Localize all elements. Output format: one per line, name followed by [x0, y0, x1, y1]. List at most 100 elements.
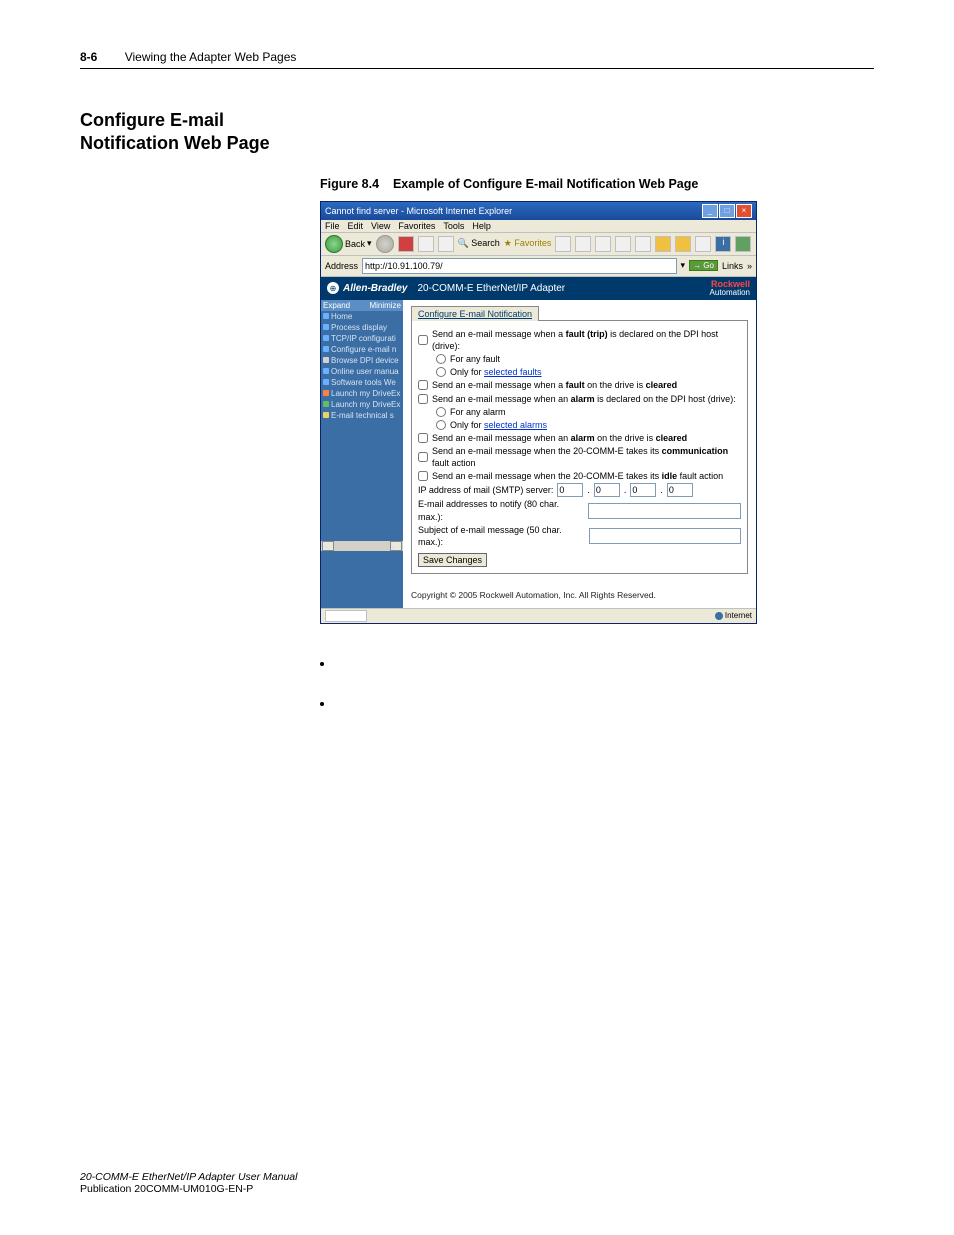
sidebar-item[interactable]: Launch my DriveEx	[321, 399, 403, 410]
rb-selected-alarms[interactable]	[436, 420, 446, 430]
sidebar-item[interactable]: Home	[321, 311, 403, 322]
favorites-button[interactable]: ★ Favorites	[504, 238, 552, 249]
minimize-link[interactable]: Minimize	[369, 301, 401, 310]
print-icon[interactable]	[595, 236, 611, 252]
rb-any-fault[interactable]	[436, 354, 446, 364]
edit-icon[interactable]	[615, 236, 631, 252]
sidebar-item[interactable]: TCP/IP configurati	[321, 333, 403, 344]
nav-icon	[323, 313, 329, 319]
stop-icon[interactable]	[398, 236, 414, 252]
product-title: 20-COMM-E EtherNet/IP Adapter	[417, 283, 565, 294]
menu-file[interactable]: File	[325, 221, 340, 231]
tab-configure-email[interactable]: Configure E-mail Notification	[411, 306, 539, 321]
maximize-button[interactable]: □	[719, 204, 735, 218]
menu-favorites[interactable]: Favorites	[398, 221, 435, 231]
forward-button[interactable]	[376, 235, 394, 253]
cb-alarm-cleared[interactable]	[418, 433, 428, 443]
nav-icon	[323, 368, 329, 374]
selected-faults-link[interactable]: selected faults	[484, 367, 542, 377]
page-footer: 20-COMM-E EtherNet/IP Adapter User Manua…	[80, 1171, 297, 1195]
ip-octet-2[interactable]	[594, 483, 620, 497]
scroll-right-icon[interactable]: ▸	[390, 541, 402, 551]
globe-icon	[715, 612, 723, 620]
sidebar-item-label: Home	[331, 312, 352, 321]
selected-alarms-link[interactable]: selected alarms	[484, 420, 547, 430]
rockwell-logo: Rockwell Automation	[710, 280, 750, 297]
links-label[interactable]: Links	[722, 261, 743, 271]
back-button[interactable]: Back ▾	[325, 235, 372, 253]
close-button[interactable]: ×	[736, 204, 752, 218]
subject-input[interactable]	[589, 528, 741, 544]
rb-selected-faults[interactable]	[436, 367, 446, 377]
sidebar-item-label: Launch my DriveEx	[331, 400, 400, 409]
sidebar-scrollbar[interactable]: ◂ ▸	[321, 541, 403, 551]
sidebar-item[interactable]: Configure e-mail n	[321, 344, 403, 355]
discuss-icon[interactable]	[635, 236, 651, 252]
refresh-icon[interactable]	[418, 236, 434, 252]
tool-icon-2[interactable]	[675, 236, 691, 252]
tool-icon[interactable]	[655, 236, 671, 252]
nav-icon	[323, 401, 329, 407]
sidebar-item[interactable]: Online user manua	[321, 366, 403, 377]
tool-icon-4[interactable]	[735, 236, 751, 252]
browser-window: Cannot find server - Microsoft Internet …	[320, 201, 757, 624]
menu-view[interactable]: View	[371, 221, 390, 231]
rb-any-alarm[interactable]	[436, 407, 446, 417]
nav-icon	[323, 390, 329, 396]
go-button[interactable]: → Go	[689, 260, 718, 271]
address-input[interactable]	[362, 258, 677, 274]
email-addr-label: E-mail addresses to notify (80 char. max…	[418, 498, 584, 522]
page-header: 8-6 Viewing the Adapter Web Pages	[80, 50, 874, 69]
cb-alarm-declared[interactable]	[418, 394, 428, 404]
cb-fault-cleared[interactable]	[418, 380, 428, 390]
ip-octet-4[interactable]	[667, 483, 693, 497]
menu-help[interactable]: Help	[472, 221, 491, 231]
nav-icon	[323, 357, 329, 363]
cb-fault-trip[interactable]	[418, 335, 428, 345]
scroll-left-icon[interactable]: ◂	[322, 541, 334, 551]
copyright-text: Copyright © 2005 Rockwell Automation, In…	[411, 590, 748, 601]
zone-text: Internet	[725, 611, 752, 620]
menu-edit[interactable]: Edit	[348, 221, 364, 231]
titlebar: Cannot find server - Microsoft Internet …	[321, 202, 756, 220]
sidebar-item[interactable]: E-mail technical s	[321, 410, 403, 421]
info-icon[interactable]: i	[715, 236, 731, 252]
nav-icon	[323, 379, 329, 385]
addr-dropdown-icon[interactable]: ▾	[681, 260, 686, 271]
page-number: 8-6	[80, 50, 97, 64]
expand-link[interactable]: Expand	[323, 301, 350, 310]
status-bar: Internet	[321, 608, 756, 623]
tool-icon-3[interactable]	[695, 236, 711, 252]
sidebar-item[interactable]: Launch my DriveEx	[321, 388, 403, 399]
ip-octet-1[interactable]	[557, 483, 583, 497]
minimize-button[interactable]: _	[702, 204, 718, 218]
brand-text: Allen-Bradley	[343, 283, 407, 294]
cb-idle-fault[interactable]	[418, 471, 428, 481]
sidebar-item-label: Configure e-mail n	[331, 345, 396, 354]
links-chevron-icon[interactable]: »	[747, 261, 752, 271]
sidebar-item[interactable]: Process display	[321, 322, 403, 333]
sidebar-item-label: E-mail technical s	[331, 411, 394, 420]
ab-logo-icon: ⊕	[327, 282, 339, 294]
save-changes-button[interactable]: Save Changes	[418, 553, 487, 567]
cb-comm-fault[interactable]	[418, 452, 428, 462]
ip-octet-3[interactable]	[630, 483, 656, 497]
mail-icon[interactable]	[575, 236, 591, 252]
sidebar-item[interactable]: Browse DPI device	[321, 355, 403, 366]
home-icon[interactable]	[438, 236, 454, 252]
nav-icon	[323, 335, 329, 341]
search-button[interactable]: 🔍 Search	[458, 238, 500, 249]
sidebar-item[interactable]: Software tools We	[321, 377, 403, 388]
sidebar-item-label: Online user manua	[331, 367, 399, 376]
menu-bar: File Edit View Favorites Tools Help	[321, 220, 756, 233]
sidebar-item-label: TCP/IP configurati	[331, 334, 396, 343]
sidebar-item-label: Launch my DriveEx	[331, 389, 400, 398]
figure-caption: Figure 8.4 Example of Configure E-mail N…	[320, 176, 874, 193]
history-icon[interactable]	[555, 236, 571, 252]
ip-label: IP address of mail (SMTP) server:	[418, 484, 553, 496]
bullet-2	[334, 694, 840, 712]
sidebar-item-label: Process display	[331, 323, 387, 332]
menu-tools[interactable]: Tools	[443, 221, 464, 231]
nav-icon	[323, 346, 329, 352]
email-addresses-input[interactable]	[588, 503, 741, 519]
